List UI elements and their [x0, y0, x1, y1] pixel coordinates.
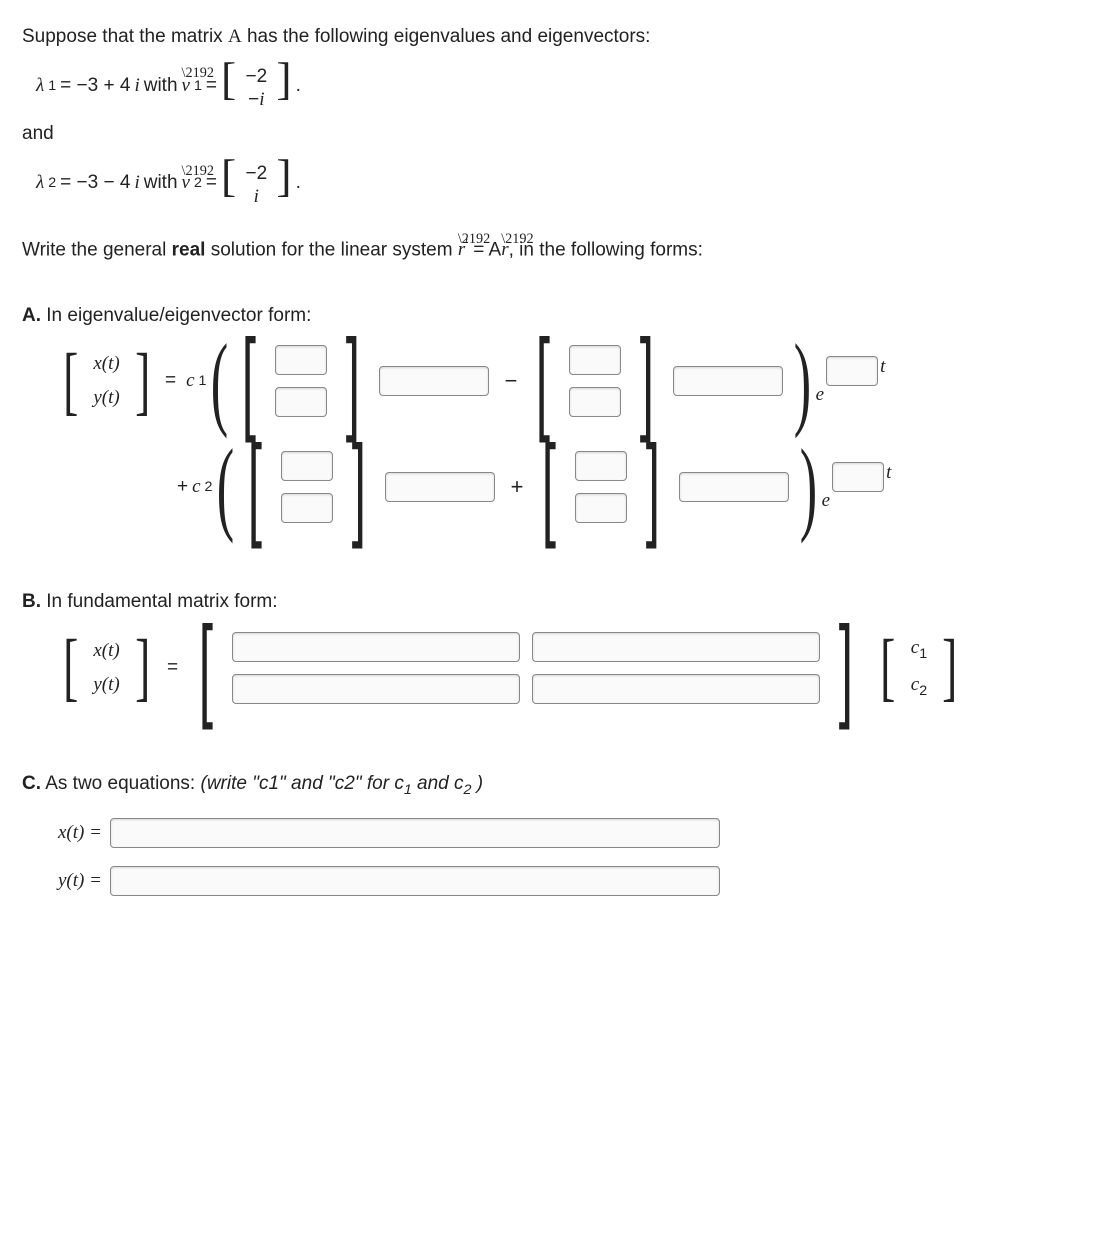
C-y-input[interactable] [110, 866, 720, 896]
section-b-heading: B. In fundamental matrix form: [22, 589, 1074, 615]
A1-exp[interactable] [826, 356, 878, 386]
prompt-line: Write the general real solution for the … [22, 235, 1074, 263]
C-x-row: x(t) = [22, 818, 1074, 848]
A2-trig1[interactable] [385, 472, 495, 502]
A1-vec1-top[interactable] [275, 345, 327, 375]
C-y-row: y(t) = [22, 866, 1074, 896]
C-x-input[interactable] [110, 818, 720, 848]
A2-vec2-bot[interactable] [575, 493, 627, 523]
A2-vec1-top[interactable] [281, 451, 333, 481]
A1-trig2[interactable] [673, 366, 783, 396]
A1-vec1-bot[interactable] [275, 387, 327, 417]
B-m22[interactable] [532, 674, 820, 704]
A2-trig2[interactable] [679, 472, 789, 502]
A1-vec2-bot[interactable] [569, 387, 621, 417]
A-row2: + c2 ( [ ] + [ ] ) e t [22, 444, 1074, 530]
B-row: [ x(t) y(t) ] = [ ] [ c1 c2 ] [22, 625, 1074, 711]
eigen-1: λ1 = −3 + 4i with v1 = [ −2 −i ] . [22, 60, 1074, 112]
A2-exp[interactable] [832, 462, 884, 492]
A2-vec1-bot[interactable] [281, 493, 333, 523]
intro-line1: Suppose that the matrix A has the follow… [22, 24, 1074, 50]
A-row1: [ x(t) y(t) ] = c1 ( [ ] − [ ] ) e t [22, 338, 1074, 424]
B-m11[interactable] [232, 632, 520, 662]
A2-vec2-top[interactable] [575, 451, 627, 481]
B-m21[interactable] [232, 674, 520, 704]
eigen-2: λ2 = −3 − 4i with v2 = [ −2 i ] . [22, 157, 1074, 209]
B-m12[interactable] [532, 632, 820, 662]
A1-trig1[interactable] [379, 366, 489, 396]
A1-vec2-top[interactable] [569, 345, 621, 375]
and-label: and [22, 121, 1074, 147]
section-c-heading: C. As two equations: (write "c1" and "c2… [22, 771, 1074, 800]
